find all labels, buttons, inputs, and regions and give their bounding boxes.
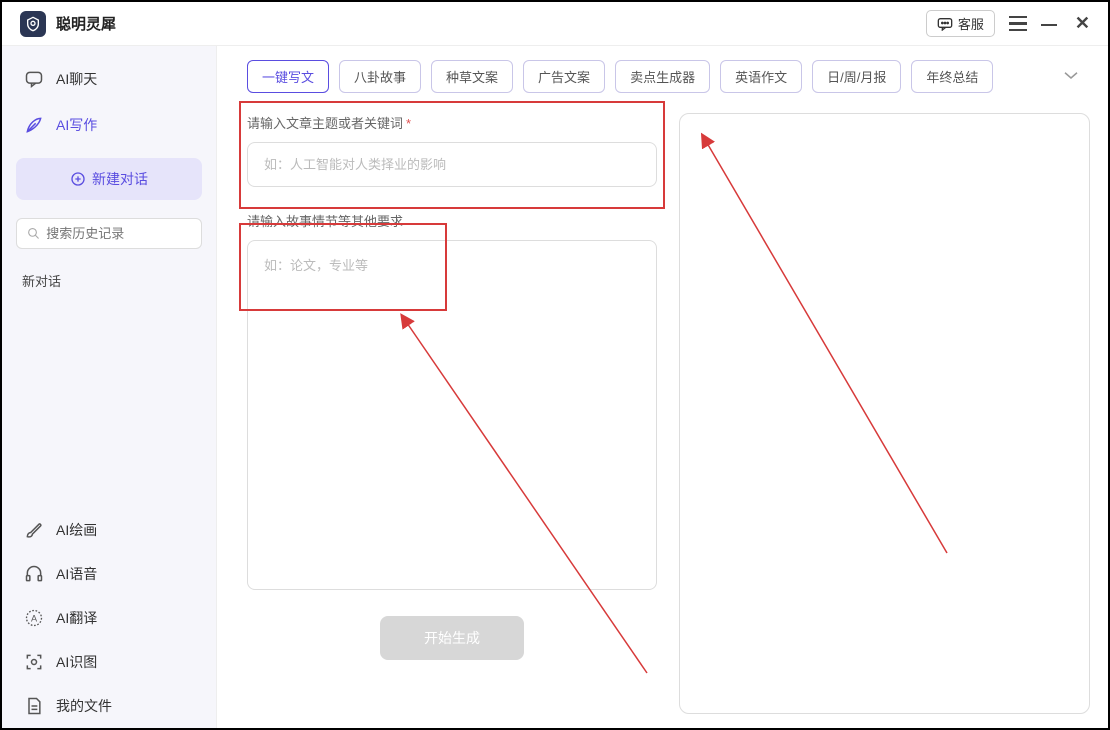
required-mark: * [406,116,411,131]
sidebar-item-voice[interactable]: AI语音 [2,552,216,596]
tab-report[interactable]: 日/周/月报 [812,60,901,93]
generate-button[interactable]: 开始生成 [380,616,524,660]
tab-yearend[interactable]: 年终总结 [911,60,993,93]
support-label: 客服 [958,14,984,33]
sidebar-item-label: AI写作 [56,115,97,135]
svg-text:A: A [31,613,38,623]
app-title: 聪明灵犀 [56,13,116,34]
tab-one-click[interactable]: 一键写文 [247,60,329,93]
search-input[interactable] [46,226,191,241]
sidebar-item-chat[interactable]: AI聊天 [2,56,216,102]
main-panel: 一键写文 八卦故事 种草文案 广告文案 卖点生成器 英语作文 日/周/月报 年终… [217,46,1108,728]
minimize-button[interactable] [1041,24,1057,30]
sidebar-item-translate[interactable]: A AI翻译 [2,596,216,640]
feather-icon [24,115,44,135]
headphones-icon [24,564,44,584]
sidebar-item-draw[interactable]: AI绘画 [2,508,216,552]
sidebar-item-label: AI语音 [56,564,97,584]
input-column: 请输入文章主题或者关键词* 请输入故事情节等其他要求 开始生成 [247,113,657,714]
titlebar-right: 客服 [926,10,1094,37]
history-section-label: 新对话 [2,257,216,296]
sidebar-item-vision[interactable]: AI识图 [2,640,216,684]
support-button[interactable]: 客服 [926,10,995,37]
sidebar-item-files[interactable]: 我的文件 [2,684,216,728]
chat-icon [24,69,44,89]
titlebar-left: 聪明灵犀 [20,11,116,37]
sidebar-item-write[interactable]: AI写作 [2,102,216,148]
output-panel [679,113,1090,714]
sidebar-item-label: 我的文件 [56,696,112,716]
history-search[interactable] [16,218,202,249]
close-button[interactable] [1071,11,1094,36]
tab-english[interactable]: 英语作文 [720,60,802,93]
translate-icon: A [24,608,44,628]
search-icon [27,226,40,241]
logo-icon [25,16,41,32]
chevron-down-icon [1062,69,1080,81]
new-chat-button[interactable]: 新建对话 [16,158,202,200]
sidebar-item-label: AI聊天 [56,69,97,89]
tab-selling[interactable]: 卖点生成器 [615,60,710,93]
titlebar: 聪明灵犀 客服 [2,2,1108,46]
sidebar-item-label: AI识图 [56,652,97,672]
new-chat-label: 新建对话 [92,169,148,189]
plus-circle-icon [70,171,86,187]
sidebar: AI聊天 AI写作 新建对话 新对话 AI绘画 [2,46,217,728]
menu-icon[interactable] [1009,16,1027,31]
tab-grass[interactable]: 种草文案 [431,60,513,93]
topic-label: 请输入文章主题或者关键词* [247,113,657,132]
scan-icon [24,652,44,672]
brush-icon [24,520,44,540]
expand-tabs[interactable] [1052,64,1090,90]
app-logo [20,11,46,37]
details-textarea[interactable] [247,240,657,590]
details-label: 请输入故事情节等其他要求 [247,211,657,230]
tab-gossip[interactable]: 八卦故事 [339,60,421,93]
file-icon [24,696,44,716]
chat-bubble-icon [937,17,953,31]
sidebar-item-label: AI翻译 [56,608,97,628]
topic-input[interactable] [247,142,657,187]
sidebar-item-label: AI绘画 [56,520,97,540]
tab-ad[interactable]: 广告文案 [523,60,605,93]
category-tabs: 一键写文 八卦故事 种草文案 广告文案 卖点生成器 英语作文 日/周/月报 年终… [247,60,1090,93]
